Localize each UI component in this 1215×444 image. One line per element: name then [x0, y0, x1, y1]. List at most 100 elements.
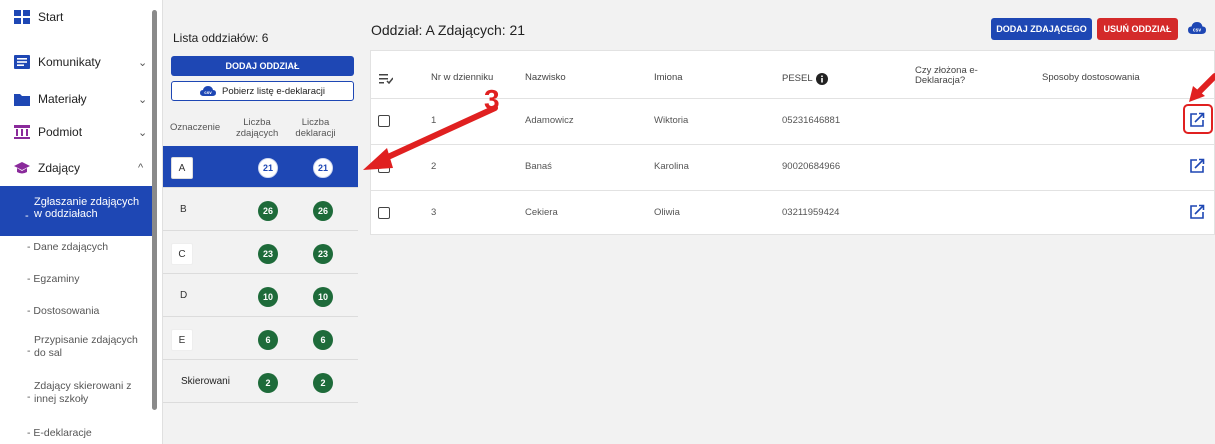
sidebar-item-label: Start	[38, 10, 64, 24]
group-row-e[interactable]: E 6 6	[163, 318, 358, 360]
sidebar-item-label: Podmiot	[38, 125, 83, 139]
edit-icon[interactable]	[1189, 158, 1205, 174]
sidebar-item-label: Materiały	[38, 92, 87, 106]
cell-names: Wiktoria	[654, 115, 689, 126]
csv-label: csv	[204, 90, 212, 95]
cell-names: Karolina	[654, 161, 689, 172]
column-header-students: Liczba zdających	[236, 117, 279, 139]
sidebar-subitem-dane-zdajacych[interactable]: - Dane zdających	[0, 241, 152, 254]
graduation-cap-icon	[14, 162, 30, 174]
group-row-c[interactable]: C 23 23	[163, 232, 358, 274]
sidebar-subitem-label: Zgłaszanie zdających w oddziałach	[34, 196, 140, 220]
csv-cloud-icon: csv	[200, 85, 217, 96]
sidebar-subitem-skierowani[interactable]: - Zdający skierowani z innej szkoły	[0, 380, 152, 406]
table-row[interactable]: 3 Cekiera Oliwia 03211959424	[371, 190, 1215, 236]
students-count-badge: 26	[258, 201, 278, 221]
column-header-nr[interactable]: Nr w dzienniku	[431, 73, 493, 83]
add-student-button[interactable]: DODAJ ZDAJĄCEGO	[991, 18, 1092, 40]
arrow-annotation-icon	[1189, 73, 1215, 102]
sidebar-subitem-zgloszenia[interactable]: - Zgłaszanie zdających w oddziałach	[0, 186, 152, 236]
group-row-skierowani[interactable]: Skierowani 2 2	[163, 361, 358, 403]
sidebar-item-komunikaty[interactable]: Komunikaty ⌄	[0, 47, 152, 77]
sidebar-subitem-label: - Dane zdających	[27, 241, 109, 253]
cell-pesel: 03211959424	[782, 207, 840, 218]
students-count-badge: 21	[258, 158, 278, 178]
csv-download-icon[interactable]: csv	[1188, 22, 1206, 35]
download-declarations-button[interactable]: csv Pobierz listę e-deklaracji	[171, 81, 354, 101]
group-label: C	[171, 243, 193, 265]
info-icon[interactable]	[815, 73, 828, 85]
sidebar-nav: Start Komunikaty ⌄ Materiały ⌄ Podmiot ⌄…	[0, 0, 163, 444]
sidebar-item-start[interactable]: Start	[0, 2, 152, 32]
chevron-up-icon: ^	[138, 162, 144, 174]
sidebar-item-podmiot[interactable]: Podmiot ⌄	[0, 117, 152, 147]
sidebar-item-materialy[interactable]: Materiały ⌄	[0, 84, 152, 114]
cell-surname: Cekiera	[525, 207, 558, 218]
sidebar-subitem-label: - Egzaminy	[27, 273, 80, 285]
sidebar-subitem-e-deklaracje[interactable]: - E-deklaracje	[0, 427, 152, 440]
cell-nr: 3	[431, 207, 437, 218]
column-header-declarations: Liczba deklaracji	[295, 117, 336, 139]
add-group-button[interactable]: DODAJ ODDZIAŁ	[171, 56, 354, 76]
column-header-adjustments[interactable]: Sposoby dostosowania	[1042, 73, 1140, 83]
sidebar-scrollbar[interactable]	[152, 10, 157, 410]
sidebar-subitem-label: Przypisanie zdających do sal	[34, 334, 138, 359]
group-label: B	[180, 204, 187, 215]
group-label: E	[171, 329, 193, 351]
cell-surname: Banaś	[525, 161, 552, 172]
declarations-count-badge: 21	[313, 158, 333, 178]
column-header-surname[interactable]: Nazwisko	[525, 73, 566, 83]
column-header-declaration[interactable]: Czy złożona e-Deklaracja?	[915, 66, 995, 86]
groups-panel: Lista oddziałów: 6 DODAJ ODDZIAŁ csv Pob…	[163, 0, 358, 444]
download-declarations-label: Pobierz listę e-deklaracji	[222, 85, 325, 97]
declarations-count-badge: 6	[313, 330, 333, 350]
csv-label: csv	[1193, 28, 1202, 34]
group-label: D	[180, 290, 188, 301]
chevron-down-icon: ⌄	[138, 56, 148, 69]
sidebar-subitem-label: - E-deklaracje	[27, 427, 92, 439]
group-row-d[interactable]: D 10 10	[163, 275, 358, 317]
students-count-badge: 23	[258, 244, 278, 264]
page-title: Oddział: A Zdających: 21	[371, 22, 526, 38]
column-header-label: Oznaczenie	[170, 122, 221, 133]
declarations-count-badge: 26	[313, 201, 333, 221]
row-checkbox[interactable]	[378, 207, 390, 219]
institution-icon	[14, 125, 30, 139]
column-header-pesel-label: PESEL	[782, 73, 813, 84]
declarations-count-badge: 2	[313, 373, 333, 393]
folder-icon	[14, 94, 30, 106]
sidebar-subitem-label: Zdający skierowani z innej szkoły	[34, 380, 132, 405]
chevron-down-icon: ⌄	[138, 126, 148, 139]
sidebar-item-zdajacy[interactable]: Zdający ^	[0, 153, 152, 183]
sidebar-subitem-przypisanie[interactable]: - Przypisanie zdających do sal	[0, 334, 152, 360]
group-row-b[interactable]: B 26 26	[163, 189, 358, 231]
groups-panel-title: Lista oddziałów: 6	[173, 31, 269, 45]
students-count-badge: 6	[258, 330, 278, 350]
group-label: Skierowani	[181, 376, 230, 387]
sidebar-subitem-label: - Dostosowania	[27, 305, 100, 317]
sidebar-item-label: Zdający	[38, 161, 81, 175]
column-header-pesel[interactable]: PESEL	[782, 73, 828, 85]
cell-pesel: 90020684966	[782, 161, 841, 172]
edit-highlight-box	[1183, 104, 1213, 134]
cell-names: Oliwia	[654, 207, 680, 218]
sidebar-subitem-dostosowania[interactable]: - Dostosowania	[0, 305, 152, 318]
arrow-annotation-icon	[363, 105, 498, 170]
edit-icon[interactable]	[1189, 204, 1205, 220]
declarations-count-badge: 10	[313, 287, 333, 307]
sidebar-item-label: Komunikaty	[38, 55, 101, 69]
sidebar-subitem-egzaminy[interactable]: - Egzaminy	[0, 273, 152, 286]
group-label: A	[171, 157, 193, 179]
group-details: Oddział: A Zdających: 21 DODAJ ZDAJĄCEGO…	[358, 0, 1215, 444]
cell-pesel: 05231646881	[782, 115, 841, 126]
column-settings-icon[interactable]	[379, 73, 393, 84]
students-count-badge: 10	[258, 287, 278, 307]
message-icon	[14, 55, 30, 69]
declarations-count-badge: 23	[313, 244, 333, 264]
group-row-a[interactable]: A 21 21	[163, 146, 358, 188]
chevron-down-icon: ⌄	[138, 93, 148, 106]
column-header-names[interactable]: Imiona	[654, 73, 683, 83]
students-count-badge: 2	[258, 373, 278, 393]
delete-group-button[interactable]: USUŃ ODDZIAŁ	[1097, 18, 1178, 40]
grid-icon	[14, 10, 30, 24]
